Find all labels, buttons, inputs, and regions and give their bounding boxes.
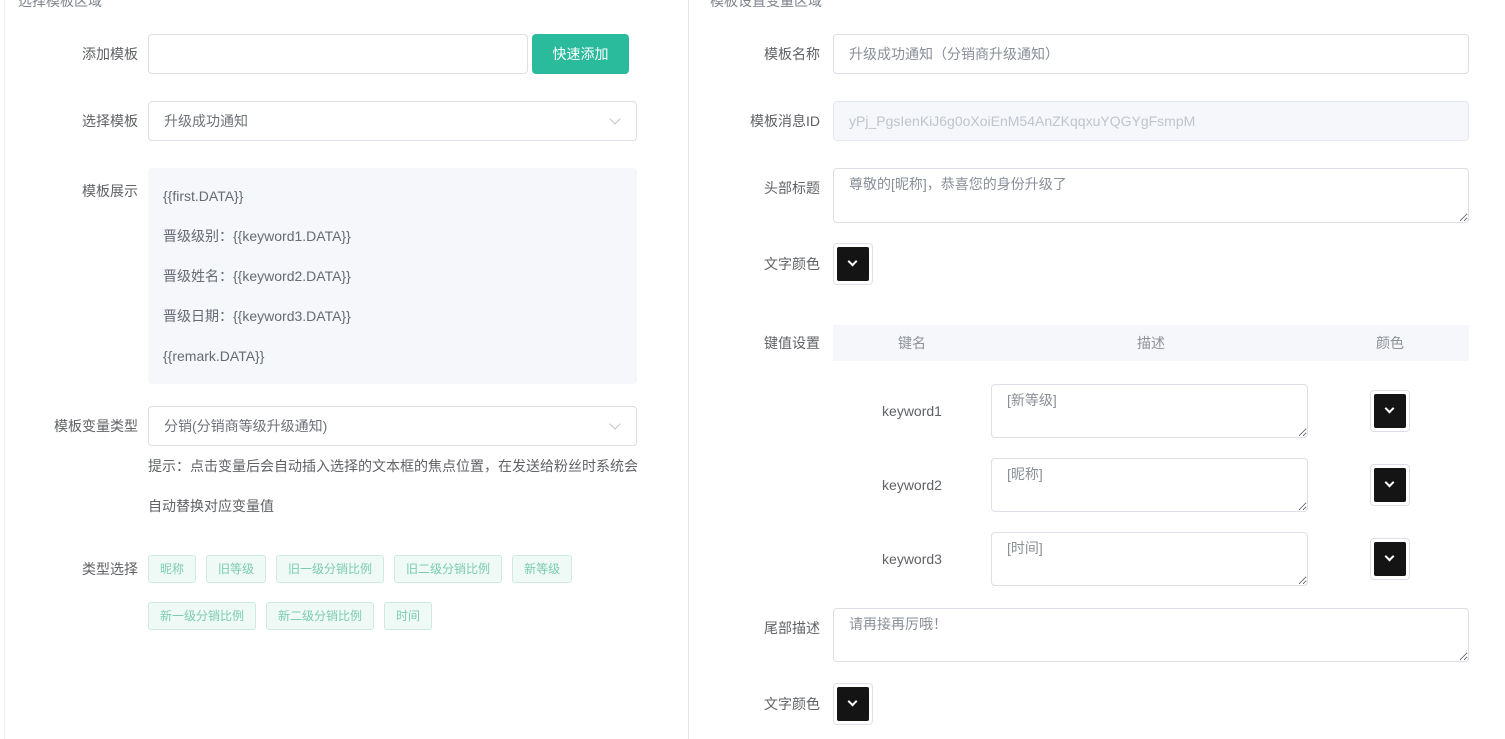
variable-hint-text: 提示：点击变量后会自动插入选择的文本框的焦点位置，在发送给粉丝时系统会自动替换对… — [148, 446, 642, 526]
header-title-textarea[interactable]: 尊敬的[昵称]，恭喜您的身份升级了 — [833, 168, 1469, 223]
quick-add-button[interactable]: 快速添加 — [532, 34, 629, 74]
type-tag[interactable]: 新等级 — [512, 555, 572, 583]
column-desc: 描述 — [991, 333, 1311, 353]
page: 选择模板区域 添加模板 快速添加 选择模板 升级成功通知 模板展示 {{firs… — [0, 0, 1505, 739]
template-name-input[interactable] — [833, 34, 1469, 74]
table-row: keyword2 [昵称] — [833, 458, 1410, 512]
keyword-color-picker[interactable] — [1370, 538, 1410, 580]
select-template-panel: 选择模板区域 添加模板 快速添加 选择模板 升级成功通知 模板展示 {{firs… — [4, 0, 689, 739]
template-display-box: {{first.DATA}} 晋级级别：{{keyword1.DATA}} 晋级… — [148, 168, 637, 384]
right-panel-title: 模板设置变量区域 — [710, 0, 822, 11]
key-value-label: 键值设置 — [689, 325, 833, 361]
header-text-color-picker[interactable] — [833, 243, 873, 285]
template-name-row: 模板名称 — [689, 34, 1469, 74]
keyword-name: keyword2 — [833, 458, 991, 512]
keyword-color-picker[interactable] — [1370, 464, 1410, 506]
text-color-top-row: 文字颜色 — [689, 243, 873, 285]
template-line: {{remark.DATA}} — [163, 336, 622, 376]
template-name-label: 模板名称 — [689, 34, 833, 74]
keyword-name: keyword3 — [833, 532, 991, 586]
color-swatch — [1374, 468, 1406, 502]
keyword-desc-textarea[interactable]: [新等级] — [991, 384, 1308, 438]
template-display-row: 模板展示 {{first.DATA}} 晋级级别：{{keyword1.DATA… — [5, 168, 637, 384]
type-tags: 新一级分销比例 新二级分销比例 时间 — [148, 602, 442, 630]
footer-desc-row: 尾部描述 请再接再厉哦！ — [689, 608, 1469, 662]
type-tag[interactable]: 昵称 — [148, 555, 196, 583]
color-swatch — [837, 247, 869, 281]
chevron-down-icon — [848, 257, 858, 267]
table-row: keyword1 [新等级] — [833, 384, 1410, 438]
key-value-header-row: 键值设置 键名 描述 颜色 — [689, 325, 1469, 361]
type-select-label: 类型选择 — [5, 555, 148, 583]
template-id-row: 模板消息ID — [689, 101, 1469, 141]
header-title-row: 头部标题 尊敬的[昵称]，恭喜您的身份升级了 — [689, 168, 1469, 223]
type-tag[interactable]: 旧一级分销比例 — [276, 555, 384, 583]
type-tag[interactable]: 旧二级分销比例 — [394, 555, 502, 583]
column-key: 键名 — [833, 333, 991, 353]
text-color-label: 文字颜色 — [689, 243, 833, 285]
template-id-input — [833, 101, 1469, 141]
footer-desc-textarea[interactable]: 请再接再厉哦！ — [833, 608, 1469, 662]
add-template-label: 添加模板 — [5, 34, 148, 74]
variable-type-row: 模板变量类型 分销(分销商等级升级通知) — [5, 406, 637, 446]
chevron-down-icon — [848, 697, 858, 707]
footer-text-color-picker[interactable] — [833, 683, 873, 725]
template-line: 晋级姓名：{{keyword2.DATA}} — [163, 256, 622, 296]
variable-type-value: 分销(分销商等级升级通知) — [149, 407, 636, 445]
text-color-bottom-row: 文字颜色 — [689, 683, 873, 725]
variable-type-dropdown[interactable]: 分销(分销商等级升级通知) — [148, 406, 637, 446]
color-swatch — [837, 687, 869, 721]
type-tag[interactable]: 新二级分销比例 — [266, 602, 374, 630]
table-row: keyword3 [时间] — [833, 532, 1410, 586]
select-template-label: 选择模板 — [5, 101, 148, 141]
left-panel-title: 选择模板区域 — [18, 0, 102, 11]
chevron-down-icon — [1385, 552, 1395, 562]
select-template-value: 升级成功通知 — [149, 102, 636, 140]
keyword-desc-textarea[interactable]: [昵称] — [991, 458, 1308, 512]
type-select-row-2: 新一级分销比例 新二级分销比例 时间 — [148, 602, 442, 630]
type-tag[interactable]: 时间 — [384, 602, 432, 630]
template-line: {{first.DATA}} — [163, 176, 622, 216]
select-template-row: 选择模板 升级成功通知 — [5, 101, 637, 141]
select-template-dropdown[interactable]: 升级成功通知 — [148, 101, 637, 141]
column-color: 颜色 — [1311, 333, 1469, 353]
keyword-name: keyword1 — [833, 384, 991, 438]
footer-desc-label: 尾部描述 — [689, 608, 833, 648]
template-line: 晋级级别：{{keyword1.DATA}} — [163, 216, 622, 256]
color-swatch — [1374, 394, 1406, 428]
keyword-color-picker[interactable] — [1370, 390, 1410, 432]
chevron-down-icon — [1385, 404, 1395, 414]
header-title-label: 头部标题 — [689, 168, 833, 208]
variable-type-label: 模板变量类型 — [5, 406, 148, 446]
type-tags: 昵称 旧等级 旧一级分销比例 旧二级分销比例 新等级 — [148, 555, 582, 583]
type-tag[interactable]: 旧等级 — [206, 555, 266, 583]
color-swatch — [1374, 542, 1406, 576]
type-tag[interactable]: 新一级分销比例 — [148, 602, 256, 630]
add-template-input[interactable] — [148, 34, 528, 74]
template-id-label: 模板消息ID — [689, 101, 833, 141]
add-template-row: 添加模板 快速添加 — [5, 34, 629, 74]
template-line: 晋级日期：{{keyword3.DATA}} — [163, 296, 622, 336]
chevron-down-icon — [1385, 478, 1395, 488]
template-display-label: 模板展示 — [5, 168, 148, 201]
template-settings-panel: 模板设置变量区域 模板名称 模板消息ID 头部标题 尊敬的[昵称]，恭喜您的身份… — [689, 0, 1505, 739]
type-select-row-1: 类型选择 昵称 旧等级 旧一级分销比例 旧二级分销比例 新等级 — [5, 555, 582, 583]
key-value-table-header: 键名 描述 颜色 — [833, 325, 1469, 361]
text-color-label: 文字颜色 — [689, 683, 833, 725]
keyword-desc-textarea[interactable]: [时间] — [991, 532, 1308, 586]
